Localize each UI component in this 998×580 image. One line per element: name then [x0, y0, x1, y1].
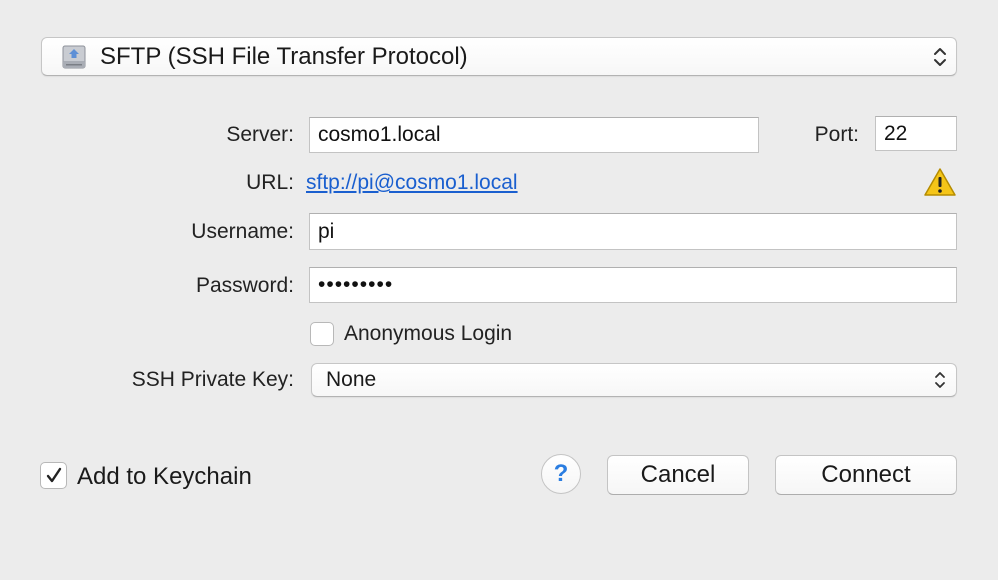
warning-icon[interactable]	[923, 167, 957, 202]
ssh-key-label: SSH Private Key:	[131, 368, 294, 391]
cancel-button[interactable]: Cancel	[607, 455, 749, 495]
anonymous-login-checkbox[interactable]	[310, 322, 334, 346]
url-link[interactable]: sftp://pi@cosmo1.local	[306, 171, 518, 195]
help-button[interactable]: ?	[541, 454, 581, 494]
anonymous-login-label: Anonymous Login	[344, 322, 513, 345]
server-field[interactable]	[309, 117, 759, 153]
url-label: URL:	[246, 171, 294, 194]
protocol-popup[interactable]: SFTP (SSH File Transfer Protocol)	[41, 37, 957, 76]
username-label: Username:	[191, 220, 294, 243]
password-label: Password:	[195, 274, 294, 297]
updown-arrows-icon	[932, 45, 948, 69]
ssh-key-popup[interactable]: None	[311, 363, 957, 397]
connect-button[interactable]: Connect	[775, 455, 957, 495]
add-to-keychain-checkbox[interactable]	[40, 462, 67, 489]
checkmark-icon	[44, 466, 64, 486]
ssh-key-value: None	[326, 368, 377, 391]
add-to-keychain-label: Add to Keychain	[77, 463, 252, 490]
drive-icon	[60, 43, 88, 71]
protocol-label: SFTP (SSH File Transfer Protocol)	[100, 42, 468, 70]
port-label: Port:	[814, 123, 859, 146]
username-field[interactable]	[309, 213, 957, 250]
password-field[interactable]	[309, 267, 957, 303]
server-label: Server:	[226, 123, 294, 146]
updown-arrows-icon	[932, 368, 948, 392]
port-field[interactable]	[875, 116, 957, 151]
